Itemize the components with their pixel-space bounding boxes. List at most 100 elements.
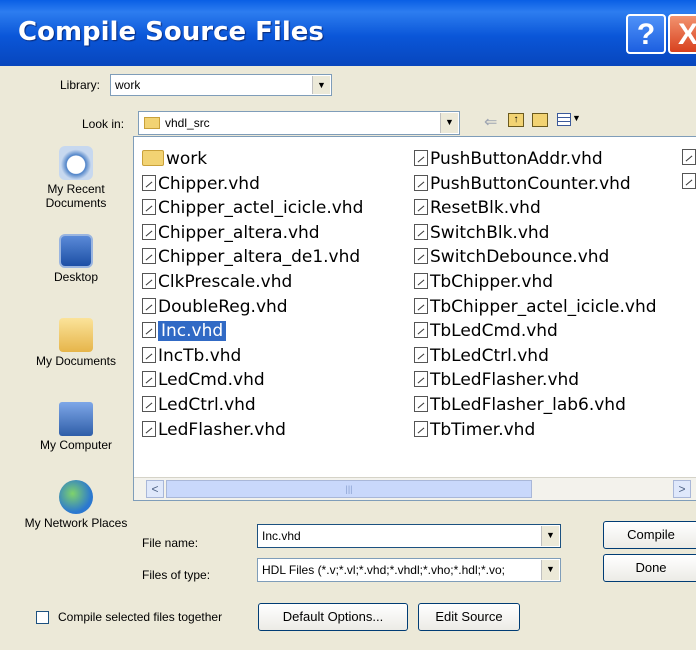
file-name: LedFlasher.vhd xyxy=(158,419,286,440)
chevron-down-icon[interactable]: ▼ xyxy=(541,560,559,580)
file-icon xyxy=(414,273,428,289)
file-icon xyxy=(142,322,156,339)
list-item[interactable]: TbChipper.vhd xyxy=(414,270,553,294)
file-name: LedCmd.vhd xyxy=(158,370,265,391)
library-value: work xyxy=(115,78,141,92)
list-item[interactable]: LedFlasher.vhd xyxy=(142,418,286,442)
folder-icon xyxy=(144,117,160,129)
list-item[interactable]: Chipper_altera.vhd xyxy=(142,221,320,245)
file-icon xyxy=(142,174,156,191)
file-icon xyxy=(142,297,156,314)
file-icon xyxy=(682,149,696,165)
place-desktop[interactable]: Desktop xyxy=(24,234,128,284)
chevron-down-icon[interactable]: ▼ xyxy=(572,113,581,123)
file-name: Chipper_altera.vhd xyxy=(158,222,320,243)
list-item[interactable]: PushButtonCounter.vhd xyxy=(414,172,631,196)
place-my-recent-documents[interactable]: My Recent Documents xyxy=(24,146,128,210)
list-item[interactable]: ClkPrescale.vhd xyxy=(142,270,292,294)
list-item[interactable]: IncTb.vhd xyxy=(142,344,241,368)
list-item[interactable]: Chipper_actel_icicle.vhd xyxy=(142,196,363,220)
list-item[interactable]: LedCmd.vhd xyxy=(142,368,265,392)
list-item[interactable]: Inc.vhd xyxy=(142,319,227,343)
place-my-network-places[interactable]: My Network Places xyxy=(24,480,128,530)
up-folder-icon[interactable]: ↑ xyxy=(508,113,524,127)
list-item[interactable]: TbLedFlasher_lab6.vhd xyxy=(414,393,626,417)
file-icon xyxy=(414,223,428,240)
file-name: LedCtrl.vhd xyxy=(158,395,256,415)
file-list[interactable]: work Chipper.vhd Chipper_actel_icicle.vhd C… xyxy=(133,136,696,501)
file-name: SwitchBlk.vhd xyxy=(430,222,550,243)
file-icon xyxy=(142,223,156,240)
compile-together-checkbox[interactable] xyxy=(36,611,49,624)
chevron-down-icon[interactable]: ▼ xyxy=(541,526,559,546)
file-icon xyxy=(414,199,428,216)
filetype-select[interactable]: HDL Files (*.v;*.vl;*.vhd;*.vhdl;*.vho;*… xyxy=(257,558,561,582)
list-item[interactable]: work xyxy=(142,147,207,171)
chevron-down-icon[interactable]: ▼ xyxy=(440,113,458,133)
list-item[interactable]: Chipper.vhd xyxy=(142,172,260,196)
scroll-left-button[interactable]: < xyxy=(146,480,164,498)
file-name: TbChipper.vhd xyxy=(430,272,554,292)
list-item[interactable]: ResetBlk.vhd xyxy=(414,196,541,220)
back-icon[interactable]: ⇐ xyxy=(484,112,497,132)
lookin-label: Look in: xyxy=(82,117,125,131)
list-item[interactable]: DoubleReg.vhd xyxy=(142,295,288,319)
list-item[interactable]: LedCtrl.vhd xyxy=(142,393,256,417)
list-item[interactable]: TbLedFlasher.vhd xyxy=(414,368,579,392)
place-label: My Documents xyxy=(35,354,117,368)
file-column-3-partial xyxy=(682,149,696,168)
file-icon xyxy=(414,297,428,314)
file-name: work xyxy=(166,149,208,169)
title-bar[interactable]: Compile Source Files ? X xyxy=(0,0,696,66)
file-name: SwitchDebounce.vhd xyxy=(430,247,610,268)
list-item[interactable]: SwitchDebounce.vhd xyxy=(414,245,609,269)
file-name: ResetBlk.vhd xyxy=(430,198,541,219)
file-name: TbLedFlasher_lab6.vhd xyxy=(430,395,626,415)
file-name: Inc.vhd xyxy=(158,321,227,342)
place-my-documents[interactable]: My Documents xyxy=(24,318,128,368)
scroll-thumb[interactable]: ||| xyxy=(166,480,532,498)
my-computer-icon xyxy=(59,402,93,436)
compile-button[interactable]: Compile xyxy=(603,521,696,549)
new-folder-icon[interactable] xyxy=(532,113,548,127)
view-menu-icon[interactable] xyxy=(557,113,571,126)
list-item[interactable]: Chipper_altera_de1.vhd xyxy=(142,245,360,269)
done-button[interactable]: Done xyxy=(603,554,696,582)
place-label: My Network Places xyxy=(24,516,128,530)
list-item[interactable]: TbLedCtrl.vhd xyxy=(414,344,549,368)
horizontal-scrollbar[interactable]: < ||| > xyxy=(134,477,696,500)
filename-input[interactable]: Inc.vhd ▼ xyxy=(257,524,561,548)
chevron-down-icon[interactable]: ▼ xyxy=(312,76,330,94)
file-icon xyxy=(414,371,428,388)
edit-source-button[interactable]: Edit Source xyxy=(418,603,520,631)
list-item[interactable]: PushButtonAddr.vhd xyxy=(414,147,603,171)
list-item[interactable]: SwitchBlk.vhd xyxy=(414,221,549,245)
window-title: Compile Source Files xyxy=(18,17,324,47)
file-name: Chipper_actel_icicle.vhd xyxy=(158,198,364,219)
scroll-right-button[interactable]: > xyxy=(673,480,691,498)
file-name: PushButtonAddr.vhd xyxy=(430,149,603,169)
file-column-3-partial xyxy=(682,173,696,192)
file-name: ClkPrescale.vhd xyxy=(158,272,293,292)
file-name: Chipper.vhd xyxy=(158,173,260,194)
file-icon xyxy=(414,396,428,412)
my-documents-icon xyxy=(59,318,93,352)
file-icon xyxy=(414,248,428,265)
file-icon xyxy=(414,346,428,363)
place-my-computer[interactable]: My Computer xyxy=(24,402,128,452)
default-options-button[interactable]: Default Options... xyxy=(258,603,408,631)
file-icon xyxy=(414,420,428,437)
close-button[interactable]: X xyxy=(668,14,696,54)
list-item[interactable]: TbLedCmd.vhd xyxy=(414,319,558,343)
lookin-combo[interactable]: vhdl_src ▼ xyxy=(138,111,460,135)
file-name: Chipper_altera_de1.vhd xyxy=(158,247,361,268)
list-item[interactable]: TbChipper_actel_icicle.vhd xyxy=(414,295,657,319)
network-places-icon xyxy=(59,480,93,514)
help-button[interactable]: ? xyxy=(626,14,666,54)
file-name: IncTb.vhd xyxy=(158,345,242,366)
file-name: TbChipper_actel_icicle.vhd xyxy=(430,296,657,317)
filename-value: Inc.vhd xyxy=(262,529,301,543)
list-item[interactable]: TbTimer.vhd xyxy=(414,418,535,442)
recent-documents-icon xyxy=(59,146,93,180)
library-combo[interactable]: work ▼ xyxy=(110,74,332,96)
